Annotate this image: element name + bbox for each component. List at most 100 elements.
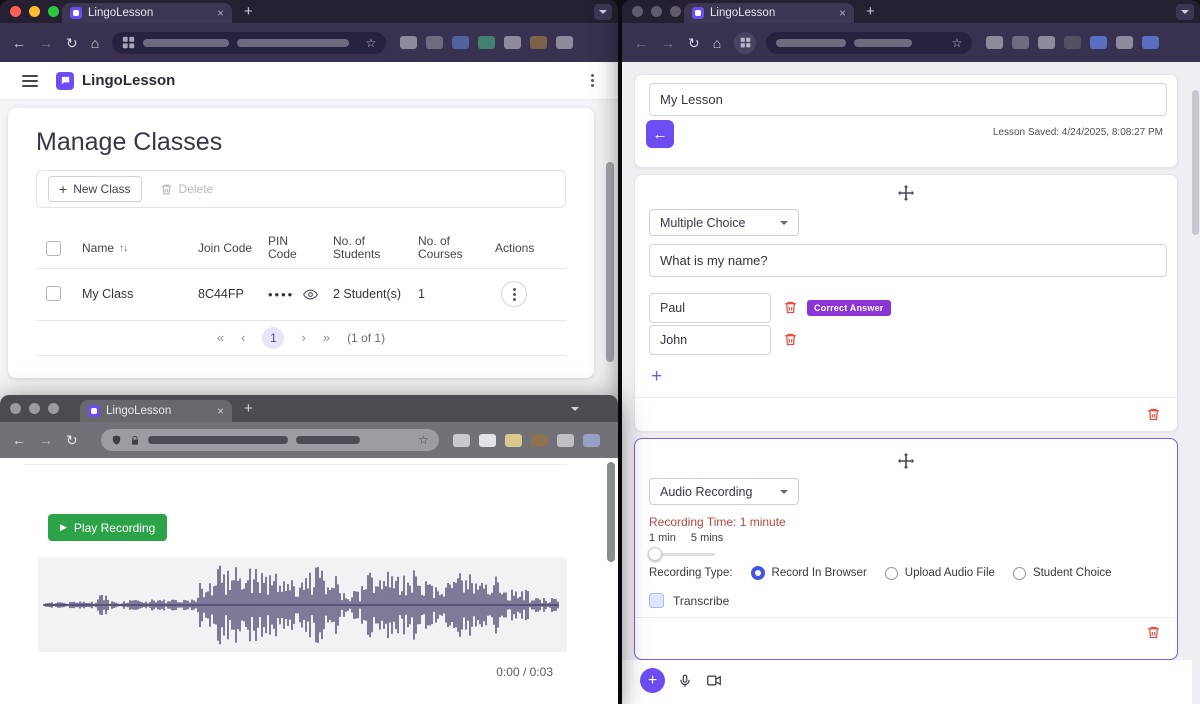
minimize-window-button[interactable] [29, 6, 40, 17]
eye-icon[interactable] [303, 287, 319, 302]
new-tab-button[interactable]: + [244, 401, 253, 416]
forward-button[interactable]: → [39, 433, 53, 447]
reload-button[interactable]: ↻ [66, 433, 78, 447]
new-tab-button[interactable]: + [866, 4, 875, 19]
slider-thumb[interactable] [648, 547, 662, 561]
extension-icon[interactable] [1012, 36, 1030, 49]
add-element-button[interactable]: + [640, 668, 665, 693]
shield-icon[interactable] [111, 434, 122, 446]
transcribe-checkbox[interactable] [649, 593, 664, 608]
scrollbar-thumb[interactable] [606, 162, 614, 362]
scrollbar-thumb[interactable] [607, 462, 615, 562]
play-recording-button[interactable]: ▶ Play Recording [48, 514, 168, 541]
extension-icon[interactable] [1116, 36, 1134, 49]
radio-icon[interactable] [1012, 566, 1026, 580]
tab-search-chevron[interactable] [594, 4, 612, 20]
extension-icon[interactable] [1090, 36, 1108, 49]
address-bar[interactable]: ☆ [766, 31, 973, 54]
lesson-title-input[interactable] [649, 83, 1167, 116]
browser-tab[interactable]: LingoLesson × [80, 400, 232, 422]
extension-icon[interactable] [452, 433, 470, 447]
close-tab-icon[interactable]: × [217, 405, 224, 417]
radio-option-student-choice[interactable]: Student Choice [1012, 566, 1112, 580]
extension-icon[interactable] [400, 36, 418, 49]
extension-icon[interactable] [582, 433, 600, 447]
minimize-window-button[interactable] [29, 403, 40, 414]
extension-icon[interactable] [556, 36, 574, 49]
column-header-name[interactable]: Name ↑↓ [82, 228, 178, 268]
back-button[interactable]: ← [12, 433, 26, 447]
extension-icon[interactable] [556, 433, 574, 447]
radio-option-upload-audio-file[interactable]: Upload Audio File [884, 566, 995, 580]
zoom-window-button[interactable] [48, 403, 59, 414]
close-tab-icon[interactable]: × [217, 7, 224, 19]
delete-answer-1-button[interactable] [783, 300, 798, 315]
drag-handle[interactable] [898, 453, 914, 472]
close-window-button[interactable] [10, 6, 21, 17]
delete-question-card-button[interactable] [1146, 407, 1161, 422]
extension-icon[interactable] [478, 433, 496, 447]
radio-option-record-in-browser[interactable]: Record In Browser [750, 566, 867, 580]
answer-input-1[interactable] [649, 293, 771, 323]
radio-selected-icon[interactable] [750, 566, 765, 580]
sort-icon[interactable]: ↑↓ [119, 242, 128, 255]
element-type-select[interactable]: Audio Recording [649, 478, 799, 505]
app-overflow-menu-button[interactable] [582, 71, 602, 91]
new-class-button[interactable]: + New Class [48, 176, 142, 202]
question-text-input[interactable] [649, 244, 1167, 277]
add-answer-button[interactable]: + [651, 367, 662, 386]
delete-answer-2-button[interactable] [783, 332, 798, 347]
recording-time-slider[interactable] [648, 547, 715, 561]
record-audio-button[interactable] [678, 673, 692, 689]
back-button[interactable]: ← [634, 36, 648, 50]
first-page-button[interactable]: « [217, 330, 224, 345]
minimize-window-button[interactable] [651, 6, 662, 17]
back-to-lessons-button[interactable]: ← [646, 120, 674, 148]
forward-button[interactable]: → [39, 36, 53, 50]
select-all-checkbox[interactable] [46, 241, 61, 256]
delete-audio-card-button[interactable] [1146, 625, 1161, 640]
next-page-button[interactable]: › [301, 330, 305, 345]
close-window-button[interactable] [10, 403, 21, 414]
record-video-button[interactable] [705, 673, 723, 688]
element-type-select[interactable]: Multiple Choice [649, 209, 799, 236]
drag-handle[interactable] [898, 185, 914, 204]
new-tab-button[interactable]: + [244, 4, 253, 19]
extension-icon[interactable] [452, 36, 470, 49]
extension-icon[interactable] [986, 36, 1004, 49]
zoom-window-button[interactable] [670, 6, 681, 17]
extension-icon[interactable] [1064, 36, 1082, 49]
reload-button[interactable]: ↻ [66, 36, 78, 50]
home-button[interactable]: ⌂ [91, 36, 99, 50]
extension-icon[interactable] [504, 433, 522, 447]
current-page-button[interactable]: 1 [262, 326, 285, 349]
bookmark-star-icon[interactable]: ☆ [418, 434, 429, 446]
delete-button[interactable]: Delete [160, 182, 213, 196]
scrollbar-thumb[interactable] [1192, 90, 1199, 235]
menu-hamburger-icon[interactable] [22, 74, 38, 87]
back-button[interactable]: ← [12, 36, 26, 50]
tab-search-chevron[interactable] [1176, 4, 1194, 20]
extension-icon[interactable] [1038, 36, 1056, 49]
extension-icon[interactable] [478, 36, 496, 49]
tab-groups-icon[interactable] [734, 31, 757, 54]
close-window-button[interactable] [632, 6, 643, 17]
extension-icon[interactable] [530, 433, 548, 447]
browser-tab[interactable]: LingoLesson × [684, 3, 854, 23]
extension-icon[interactable] [426, 36, 444, 49]
address-bar[interactable]: ☆ [100, 429, 439, 451]
forward-button[interactable]: → [661, 36, 675, 50]
extension-icon[interactable] [1142, 36, 1160, 49]
extension-icon[interactable] [504, 36, 522, 49]
answer-input-2[interactable] [649, 325, 771, 355]
row-checkbox[interactable] [46, 286, 61, 301]
row-actions-button[interactable] [501, 281, 527, 307]
bookmark-star-icon[interactable]: ☆ [365, 37, 376, 49]
zoom-window-button[interactable] [48, 6, 59, 17]
bookmark-star-icon[interactable]: ☆ [951, 37, 962, 49]
tab-search-chevron[interactable] [566, 401, 584, 417]
prev-page-button[interactable]: ‹ [241, 330, 245, 345]
home-button[interactable]: ⌂ [713, 36, 721, 50]
reload-button[interactable]: ↻ [688, 36, 700, 50]
close-tab-icon[interactable]: × [839, 7, 846, 19]
